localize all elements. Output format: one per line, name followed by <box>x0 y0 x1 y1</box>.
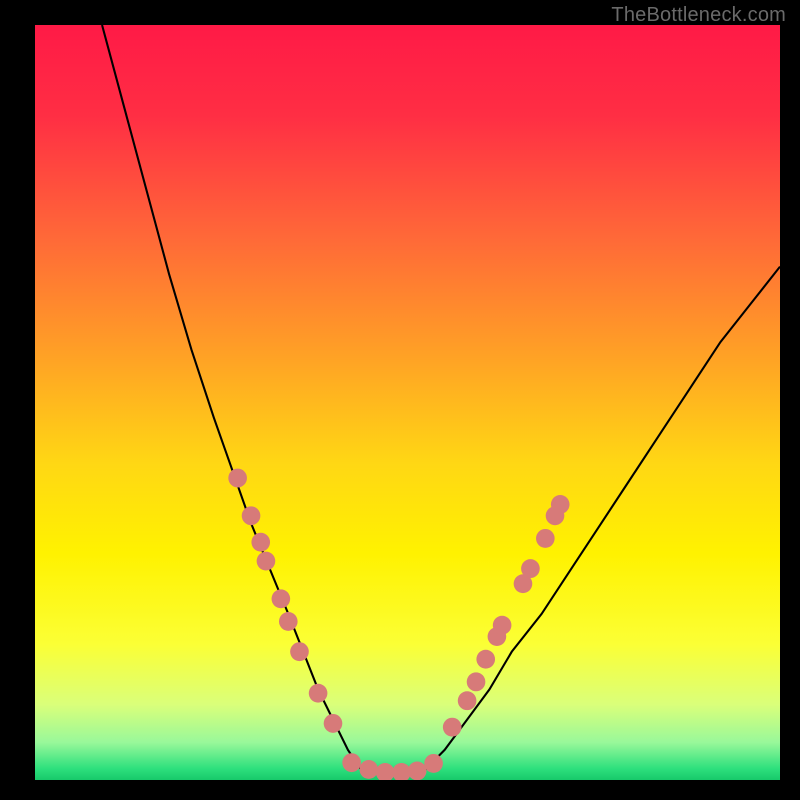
curves-layer <box>35 25 780 780</box>
marker-dot <box>342 753 361 772</box>
marker-dot <box>424 754 443 773</box>
marker-dot <box>228 469 247 488</box>
marker-dot <box>257 552 276 571</box>
marker-dot <box>309 684 328 703</box>
marker-dot <box>272 589 291 608</box>
watermark-text: TheBottleneck.com <box>611 4 786 27</box>
right-curve <box>422 267 780 773</box>
chart-frame: TheBottleneck.com <box>0 0 800 800</box>
marker-dot <box>551 495 570 514</box>
marker-dot <box>359 760 378 779</box>
marker-dot <box>458 691 477 710</box>
marker-dot <box>279 612 298 631</box>
marker-dot <box>251 533 270 552</box>
marker-dot <box>443 718 462 737</box>
marker-dot <box>467 672 486 691</box>
marker-dot <box>242 506 261 525</box>
marker-dot <box>324 714 343 733</box>
marker-dot <box>290 642 309 661</box>
marker-dot <box>408 762 427 780</box>
marker-dot <box>521 559 540 578</box>
marker-dots <box>228 469 569 780</box>
marker-dot <box>536 529 555 548</box>
marker-dot <box>376 763 395 780</box>
plot-area <box>35 25 780 780</box>
marker-dot <box>493 616 512 635</box>
marker-dot <box>476 650 495 669</box>
left-curve <box>102 25 363 772</box>
